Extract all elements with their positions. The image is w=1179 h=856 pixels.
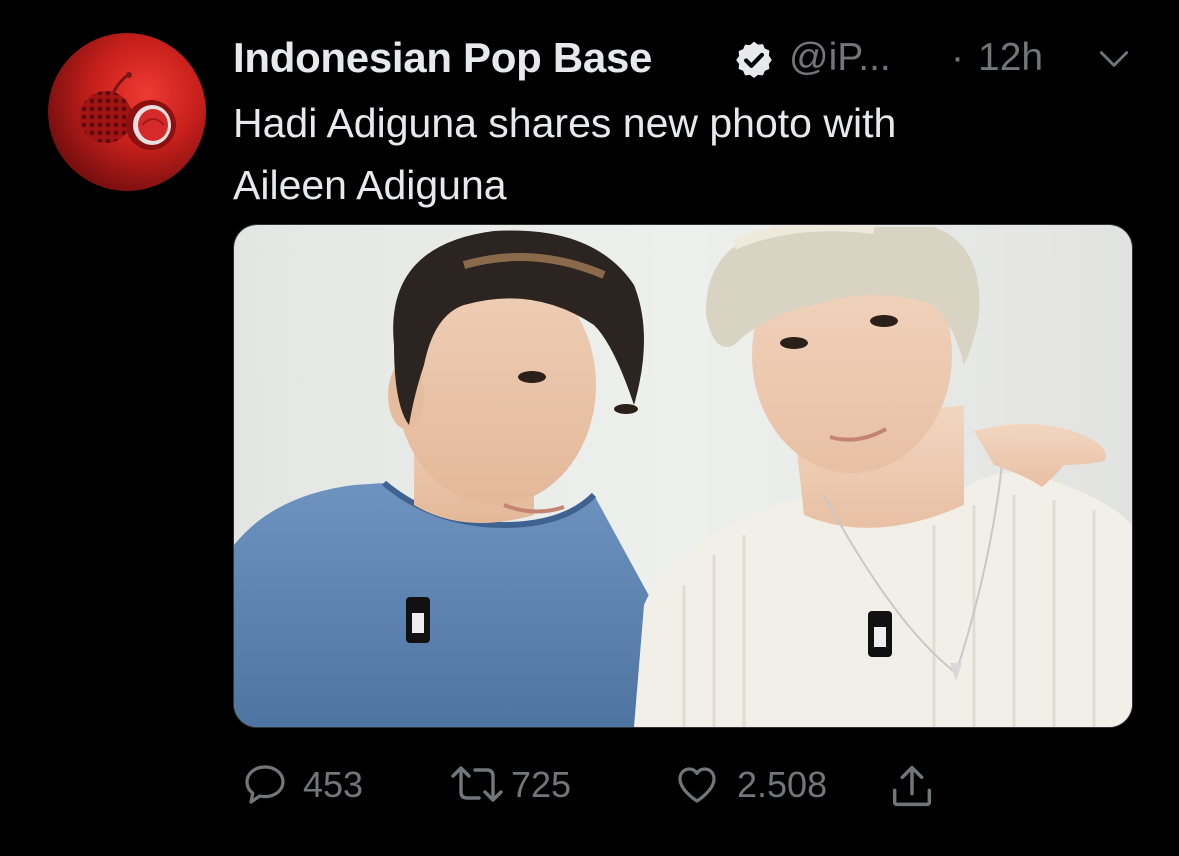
retweet-icon [451, 766, 503, 802]
share-button[interactable] [885, 756, 945, 812]
tweet-text: Hadi Adiguna shares new photo with Ailee… [233, 100, 897, 208]
like-button[interactable]: 2.508 [671, 756, 861, 812]
user-handle[interactable]: @iP... [789, 36, 891, 80]
reply-count: 453 [303, 764, 364, 805]
tweet-action-bar: 453 725 2.508 [233, 756, 1133, 816]
photo-image [234, 225, 1132, 727]
reply-button[interactable]: 453 [241, 756, 381, 812]
chevron-down-icon[interactable] [1095, 40, 1133, 78]
display-name[interactable]: Indonesian Pop Base [233, 34, 652, 82]
like-count: 2.508 [737, 764, 828, 805]
like-icon [678, 767, 716, 803]
tweet-timestamp[interactable]: 12h [978, 36, 1043, 80]
reply-icon [245, 765, 285, 804]
separator-dot: · [951, 36, 964, 79]
retweet-count: 725 [511, 764, 572, 805]
tweet-header: Indonesian Pop Base @iP... · 12h [233, 30, 1143, 86]
retweet-button[interactable]: 725 [449, 756, 609, 812]
share-icon [892, 765, 932, 807]
verified-badge-icon [736, 41, 772, 78]
tweet-photo[interactable] [233, 224, 1133, 728]
profile-avatar[interactable] [48, 33, 206, 191]
lychee-logo-icon [80, 72, 176, 150]
